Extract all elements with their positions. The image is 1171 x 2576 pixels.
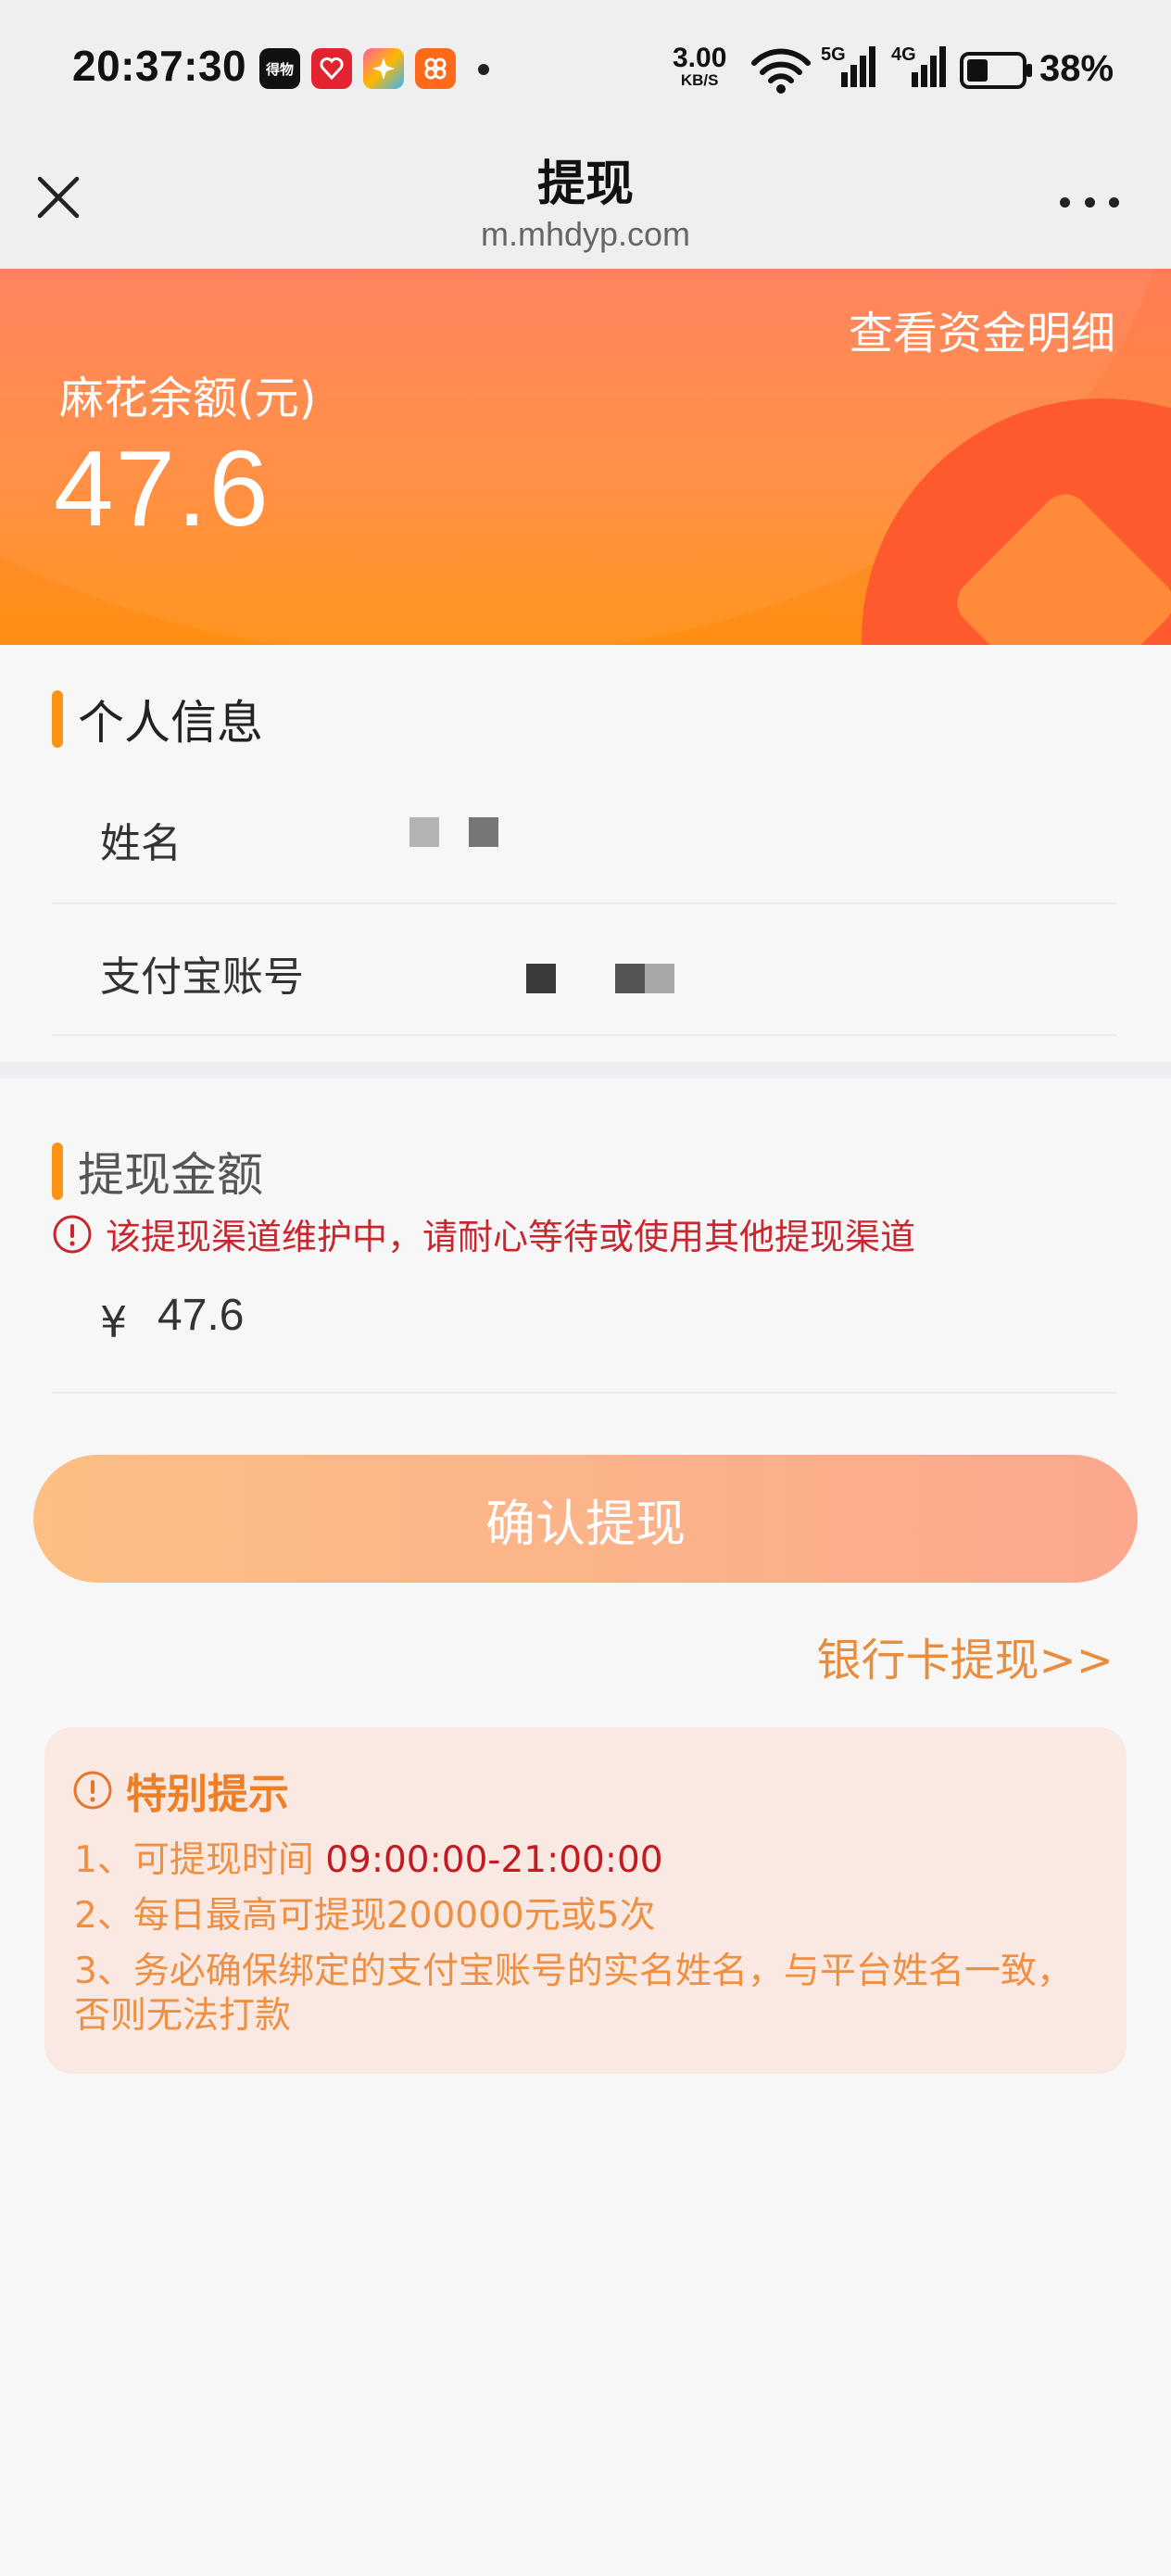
network-speed: 3.00 KB/S [673, 43, 727, 89]
more-dot-icon [1109, 196, 1119, 208]
status-bar: 20:37:30 得物 3.00 KB/S 5G 4G 38% [0, 0, 1171, 139]
dewu-app-icon: 得物 [259, 48, 300, 89]
info-icon [73, 1771, 112, 1810]
star-app-icon [363, 48, 404, 89]
network-speed-unit: KB/S [680, 71, 719, 89]
withdraw-amount-header: 提现金额 [52, 1138, 263, 1205]
funds-detail-link[interactable]: 查看资金明细 [849, 297, 1115, 361]
confirm-withdraw-button[interactable]: 确认提现 [33, 1455, 1138, 1583]
notice-title: 特别提示 [126, 1771, 289, 1818]
notice-line-2: 2、每日最高可提现200000元或5次 [74, 1895, 656, 1937]
currency-symbol: ¥ [100, 1297, 128, 1347]
notice-header: 特别提示 [72, 1761, 289, 1820]
balance-banner: 查看资金明细 麻花余额(元) 47.6 [0, 269, 1171, 645]
personal-info-header: 个人信息 [52, 686, 263, 752]
personal-info-section: 个人信息 姓名 支付宝账号 [0, 645, 1171, 1071]
notification-dot-icon [478, 64, 489, 75]
withdraw-page: 20:37:30 得物 3.00 KB/S 5G 4G 38% 提现 m.mhd… [0, 0, 1171, 2576]
orange-app-icon [415, 48, 456, 89]
more-dot-icon [1084, 196, 1095, 208]
channel-warning: 该提现渠道维护中，请耐心等待或使用其他提现渠道 [52, 1208, 915, 1259]
page-title: 提现 [536, 157, 634, 212]
battery-percent: 38% [1039, 48, 1114, 89]
bank-card-withdraw-link[interactable]: 银行卡提现>> [817, 1623, 1114, 1688]
channel-warning-text: 该提现渠道维护中，请耐心等待或使用其他提现渠道 [106, 1217, 916, 1257]
more-dot-icon [1060, 196, 1070, 208]
battery-icon [960, 52, 1032, 89]
row-divider [52, 903, 1117, 904]
section-accent-bar [52, 1143, 63, 1200]
status-time: 20:37:30 [72, 42, 247, 90]
red-app-icon [311, 48, 352, 89]
row-divider [52, 1392, 1117, 1394]
withdraw-amount-title: 提现金额 [78, 1148, 263, 1202]
network-speed-value: 3.00 [673, 43, 727, 73]
notice-line-3: 3、务必确保绑定的支付宝账号的实名姓名，与平台姓名一致，否则无法打款 [74, 1951, 1073, 2037]
special-notice-card: 特别提示 1、可提现时间 09:00:00-21:00:00 2、每日最高可提现… [44, 1727, 1127, 2074]
section-divider [0, 1062, 1171, 1079]
section-accent-bar [52, 690, 63, 748]
alipay-account-label: 支付宝账号 [100, 953, 304, 1001]
nav-bar: 提现 m.mhdyp.com [0, 139, 1171, 269]
withdraw-amount-section: 提现金额 该提现渠道维护中，请耐心等待或使用其他提现渠道 ¥ [0, 1079, 1171, 1403]
page-url: m.mhdyp.com [480, 215, 691, 253]
notice-line-1: 1、可提现时间 09:00:00-21:00:00 [74, 1838, 1102, 1883]
notice-line-1-text: 1、可提现时间 [74, 1839, 326, 1881]
withdraw-time-window: 09:00:00-21:00:00 [325, 1839, 663, 1881]
wifi-icon [751, 48, 811, 94]
row-divider [52, 1034, 1117, 1036]
balance-value: 47.6 [54, 428, 271, 549]
more-options-button[interactable] [1052, 185, 1127, 219]
name-label: 姓名 [100, 820, 182, 867]
info-icon [53, 1215, 92, 1253]
balance-label: 麻花余额(元) [59, 373, 317, 424]
withdraw-amount-input[interactable] [157, 1290, 991, 1341]
personal-info-title: 个人信息 [78, 696, 263, 750]
